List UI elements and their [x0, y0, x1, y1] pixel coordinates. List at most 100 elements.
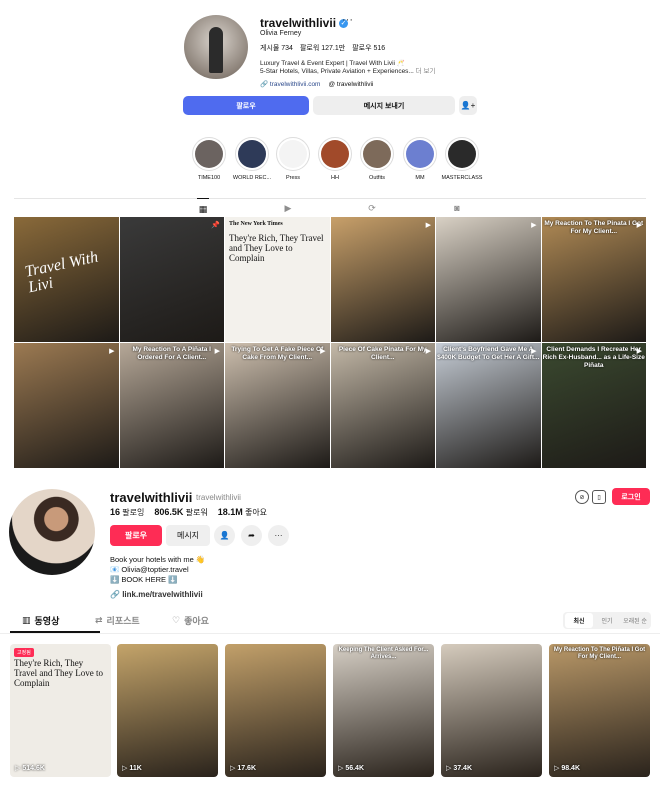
followers-stat[interactable]: 806.5K 팔로워 [154, 507, 207, 518]
tiktok-handle: travelwithlivii [196, 493, 241, 502]
story-highlight[interactable]: TIME100 [190, 137, 228, 181]
video-thumbnail[interactable]: ▷ 37.4K [441, 644, 542, 777]
story-highlight[interactable]: Outfits [358, 137, 396, 181]
reel-icon: ▶ [320, 348, 326, 355]
active-tab-indicator [10, 631, 100, 633]
instagram-avatar[interactable] [184, 15, 248, 79]
likes-stat: 18.1M 좋아요 [217, 507, 268, 517]
post-caption: My Reaction To A Piñata I Ordered For A … [132, 346, 212, 361]
post-caption: Piece Of Cake Pinata For My Client... [338, 346, 427, 361]
tab-likes[interactable]: ♡ 좋아요 [172, 614, 209, 627]
followers-count[interactable]: 팔로워 127.1만 [300, 43, 345, 53]
more-options-icon[interactable]: ··· [342, 14, 353, 26]
video-caption: My Reaction To The Piñata I Got For My C… [553, 647, 646, 660]
grid-post[interactable]: Travel With Livi [14, 217, 119, 342]
highlight-cover [318, 137, 352, 171]
story-highlight[interactable]: MASTERCLASS [442, 137, 482, 181]
posts-count: 게시물 734 [260, 45, 293, 52]
add-friend-icon[interactable]: 👤 [214, 525, 235, 546]
video-thumbnail[interactable]: ▷ 11K [117, 644, 218, 777]
instagram-post-grid: Travel With Livi 📌 The New York Times They'… [14, 217, 646, 468]
story-highlight[interactable]: MM [401, 137, 439, 181]
tiktok-follow-button[interactable]: 팔로우 [110, 525, 162, 546]
grid-tab-icon[interactable]: ▦ [197, 198, 209, 214]
view-count: ▷ 514.6K [15, 765, 45, 772]
instagram-tabs: ▦ ▶ ⟳ ◙ [14, 198, 646, 216]
following-stat[interactable]: 16 팔로잉 [110, 507, 144, 518]
story-highlight[interactable]: Press [274, 137, 312, 181]
grid-post[interactable]: ▶ [330, 217, 435, 342]
grid-post[interactable]: My Reaction To The Pinata I Got For My C… [541, 217, 646, 342]
highlight-cover [445, 137, 479, 171]
bio-line: 5-Star Hotels, Villas, Private Aviation … [260, 68, 414, 75]
grid-post[interactable]: 📌 [119, 217, 224, 342]
instagram-username: travelwithlivii ✓ [260, 16, 349, 30]
videos-tab-icon: ▥ [22, 615, 31, 625]
tab-reposts[interactable]: ⇄ 리포스트 [95, 614, 140, 627]
sort-latest[interactable]: 최신 [565, 613, 593, 628]
device-icon[interactable]: ▯ [592, 490, 606, 504]
bio-more-link[interactable]: 더 보기 [416, 68, 436, 75]
reposts-tab-icon[interactable]: ⟳ [366, 202, 378, 214]
post-caption: Client Demands I Recreate Her Rich Ex-Hu… [542, 346, 645, 369]
highlight-cover [192, 137, 226, 171]
bio-line: ⬇️ BOOK HERE ⬇️ [110, 575, 178, 584]
threads-link[interactable]: @ travelwithlivii [328, 81, 373, 88]
sort-popular[interactable]: 인기 [593, 616, 621, 625]
post-caption: Client's Boyfriend Gave Me A $400K Budge… [437, 346, 540, 361]
following-count[interactable]: 팔로우 516 [352, 43, 385, 53]
view-count: ▷ 17.6K [230, 765, 257, 772]
tiktok-bio: Book your hotels with me 👋 📧 Olivia@topt… [110, 555, 205, 585]
instagram-bio: Luxury Travel & Event Expert | Travel Wi… [260, 60, 435, 76]
reel-icon: ▶ [214, 348, 220, 355]
grid-post[interactable]: Trying To Get A Fake Piece Of Cake From … [225, 343, 330, 468]
post-caption: My Reaction To The Pinata I Got For My C… [544, 220, 644, 235]
nyt-logo: The New York Times [229, 221, 283, 227]
view-count: ▷ 98.4K [554, 765, 581, 772]
tagged-tab-icon[interactable]: ◙ [451, 202, 463, 214]
grid-post[interactable]: ▶ [14, 343, 119, 468]
sort-selector: 최신 인기 오래된 순 [563, 612, 651, 629]
reel-icon: ▶ [531, 222, 537, 229]
grid-post[interactable]: Client Demands I Recreate Her Rich Ex-Hu… [541, 343, 646, 468]
tab-divider [0, 633, 660, 634]
tiktok-bio-link[interactable]: 🔗 link.me/travelwithlivii [110, 590, 203, 599]
highlight-label: MASTERCLASS [441, 175, 483, 181]
more-icon[interactable]: ··· [268, 525, 289, 546]
highlight-cover [276, 137, 310, 171]
instagram-follow-button[interactable]: 팔로우 [183, 96, 309, 115]
tiktok-username: travelwithlivii [110, 490, 193, 505]
instagram-links: 🔗 travelwithlivii.com @ travelwithlivii [260, 80, 373, 89]
login-button[interactable]: 로그인 [612, 488, 650, 505]
video-thumbnail[interactable]: My Reaction To The Piñata I Got For My C… [549, 644, 650, 777]
grid-post[interactable]: Piece Of Cake Pinata For My Client... ▶ [330, 343, 435, 468]
embed-icon[interactable]: ⊘ [575, 490, 589, 504]
sort-oldest[interactable]: 오래된 순 [621, 616, 649, 625]
video-thumbnail[interactable]: ▷ 17.6K [225, 644, 326, 777]
video-thumbnail[interactable]: Keeping The Client Asked For... Arrives.… [333, 644, 434, 777]
liked-tab-icon: ♡ [172, 615, 181, 625]
add-user-icon[interactable]: 👤+ [459, 96, 477, 115]
bio-line: Book your hotels with me 👋 [110, 555, 206, 564]
grid-post[interactable]: My Reaction To A Piñata I Ordered For A … [119, 343, 224, 468]
reels-tab-icon[interactable]: ▶ [282, 202, 294, 214]
tiktok-avatar[interactable] [9, 489, 95, 575]
view-count: ▷ 37.4K [446, 765, 473, 772]
reel-icon: ▶ [109, 348, 115, 355]
reel-icon: ▶ [636, 348, 642, 355]
view-count: ▷ 56.4K [338, 765, 365, 772]
reel-icon: ▶ [636, 222, 642, 229]
video-thumbnail[interactable]: They're Rich, They Travel and They Love … [10, 644, 111, 777]
instagram-stats: 게시물 734 팔로워 127.1만 팔로우 516 [260, 43, 385, 53]
grid-post[interactable]: Client's Boyfriend Gave Me A $400K Budge… [436, 343, 541, 468]
website-link[interactable]: 🔗 travelwithlivii.com [260, 80, 320, 88]
share-icon[interactable]: ➦ [241, 525, 262, 546]
tab-videos[interactable]: ▥ 동영상 [22, 614, 59, 627]
tiktok-message-button[interactable]: 메시지 [166, 525, 210, 546]
post-headline: They're Rich, They Travel and They Love … [229, 233, 324, 263]
instagram-message-button[interactable]: 메시지 보내기 [313, 96, 455, 115]
grid-post[interactable]: ▶ [436, 217, 541, 342]
view-count: ▷ 11K [122, 765, 142, 772]
grid-post[interactable]: The New York Times They're Rich, They Tra… [225, 217, 330, 342]
story-highlight[interactable]: HH [316, 137, 354, 181]
